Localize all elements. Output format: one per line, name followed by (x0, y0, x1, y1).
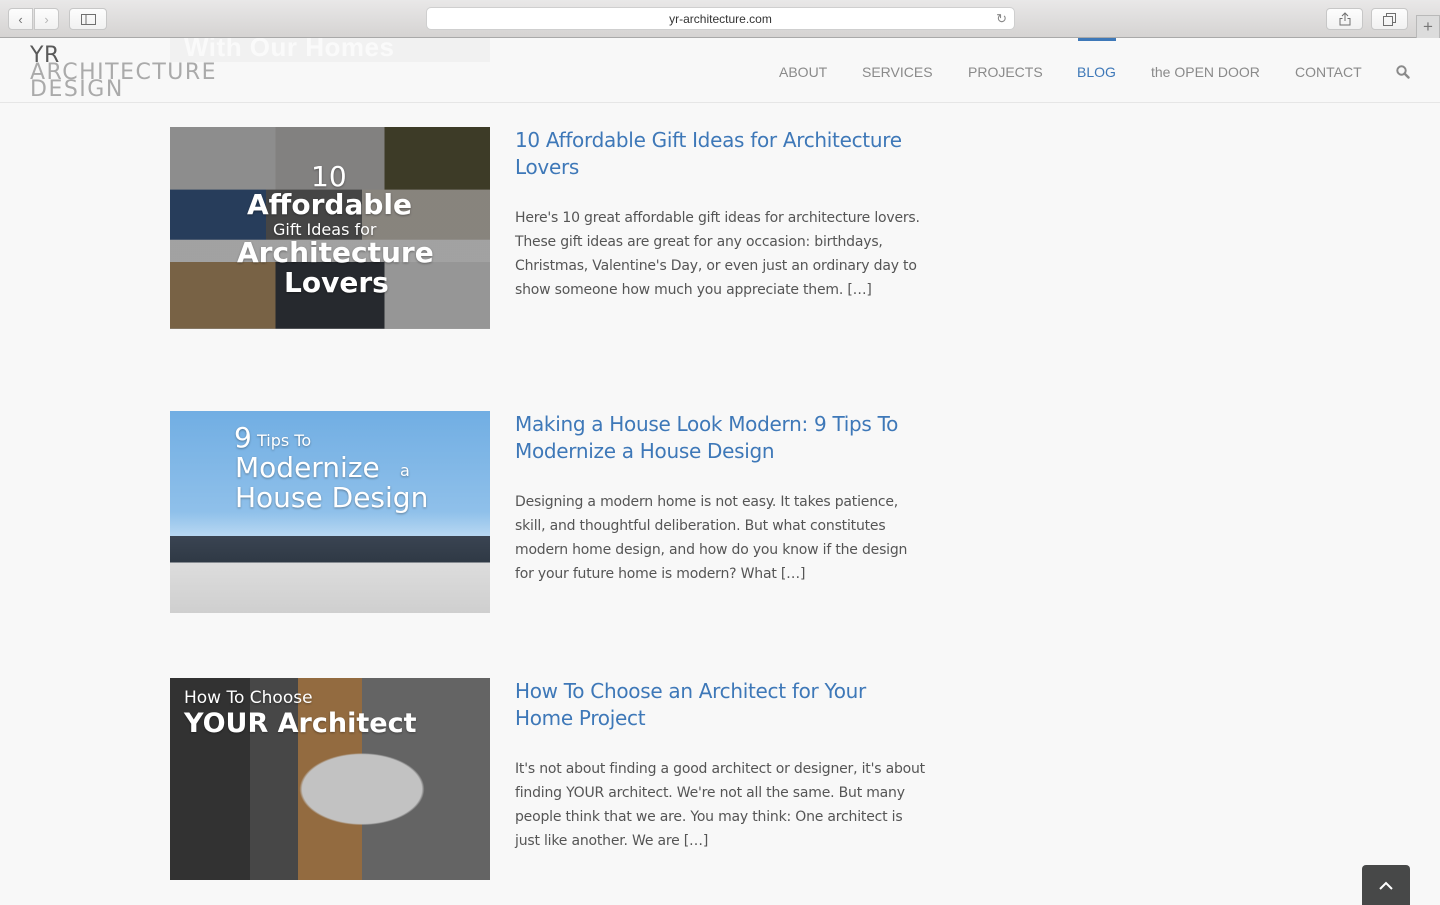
post-excerpt: Designing a modern home is not easy. It … (515, 494, 908, 582)
thumb-text: a (400, 461, 410, 480)
reload-icon[interactable]: ↻ (996, 11, 1007, 27)
post-title-link[interactable]: How To Choose an Architect for Your Home… (515, 678, 925, 732)
thumb-text: 9 (234, 421, 252, 454)
thumb-text: Tips To (257, 431, 312, 450)
thumb-text: Affordable (247, 188, 412, 221)
address-bar[interactable]: yr-architecture.com ↻ (426, 7, 1015, 30)
thumb-text: How To Choose (184, 688, 313, 708)
post-thumbnail[interactable]: How To Choose YOUR Architect (170, 678, 490, 880)
post-title-link[interactable]: Making a House Look Modern: 9 Tips To Mo… (515, 411, 925, 465)
tabs-icon (1383, 12, 1396, 26)
sidebar-icon (80, 13, 96, 25)
nav-about[interactable]: ABOUT (779, 64, 827, 80)
search-icon[interactable] (1396, 65, 1410, 79)
share-icon (1339, 12, 1350, 26)
nav-contact[interactable]: CONTACT (1295, 64, 1362, 80)
plus-icon: + (1423, 17, 1433, 36)
thumb-text: Modernize (235, 451, 380, 484)
chevron-up-icon (1379, 881, 1393, 890)
thumb-text: House Design (235, 481, 429, 514)
active-nav-indicator (1078, 38, 1116, 41)
post-excerpt: It's not about finding a good architect … (515, 761, 925, 849)
nav-services[interactable]: SERVICES (862, 64, 933, 80)
show-tabs-button[interactable] (1371, 8, 1408, 30)
main-nav: ABOUT SERVICES PROJECTS BLOG the OPEN DO… (0, 38, 1440, 103)
sidebar-toggle-button[interactable] (69, 8, 107, 30)
thumb-text: Architecture (237, 236, 434, 269)
thumb-text: YOUR Architect (184, 708, 417, 739)
thumb-text: Lovers (284, 266, 389, 299)
post-excerpt: Here's 10 great affordable gift ideas fo… (515, 210, 920, 298)
post-thumbnail[interactable]: 10 Affordable Gift Ideas for Architectur… (170, 127, 490, 329)
nav-projects[interactable]: PROJECTS (968, 64, 1043, 80)
chevron-right-icon: › (44, 11, 49, 27)
back-button[interactable]: ‹ (8, 8, 33, 30)
browser-toolbar: ‹ › yr-architecture.com ↻ + (0, 0, 1440, 38)
post-title-link[interactable]: 10 Affordable Gift Ideas for Architectur… (515, 127, 925, 181)
forward-button[interactable]: › (34, 8, 59, 30)
share-button[interactable] (1326, 8, 1363, 30)
post-thumbnail[interactable]: 9 Tips To Modernize a House Design (170, 411, 490, 613)
nav-blog[interactable]: BLOG (1077, 64, 1116, 80)
back-to-top-button[interactable] (1362, 865, 1410, 905)
url-text: yr-architecture.com (669, 11, 772, 26)
chevron-left-icon: ‹ (18, 11, 23, 27)
new-tab-button[interactable]: + (1416, 15, 1440, 38)
site-header: With Our Homes YR ARCHITECTURE DESIGN AB… (0, 38, 1440, 103)
nav-open-door[interactable]: the OPEN DOOR (1151, 64, 1260, 80)
